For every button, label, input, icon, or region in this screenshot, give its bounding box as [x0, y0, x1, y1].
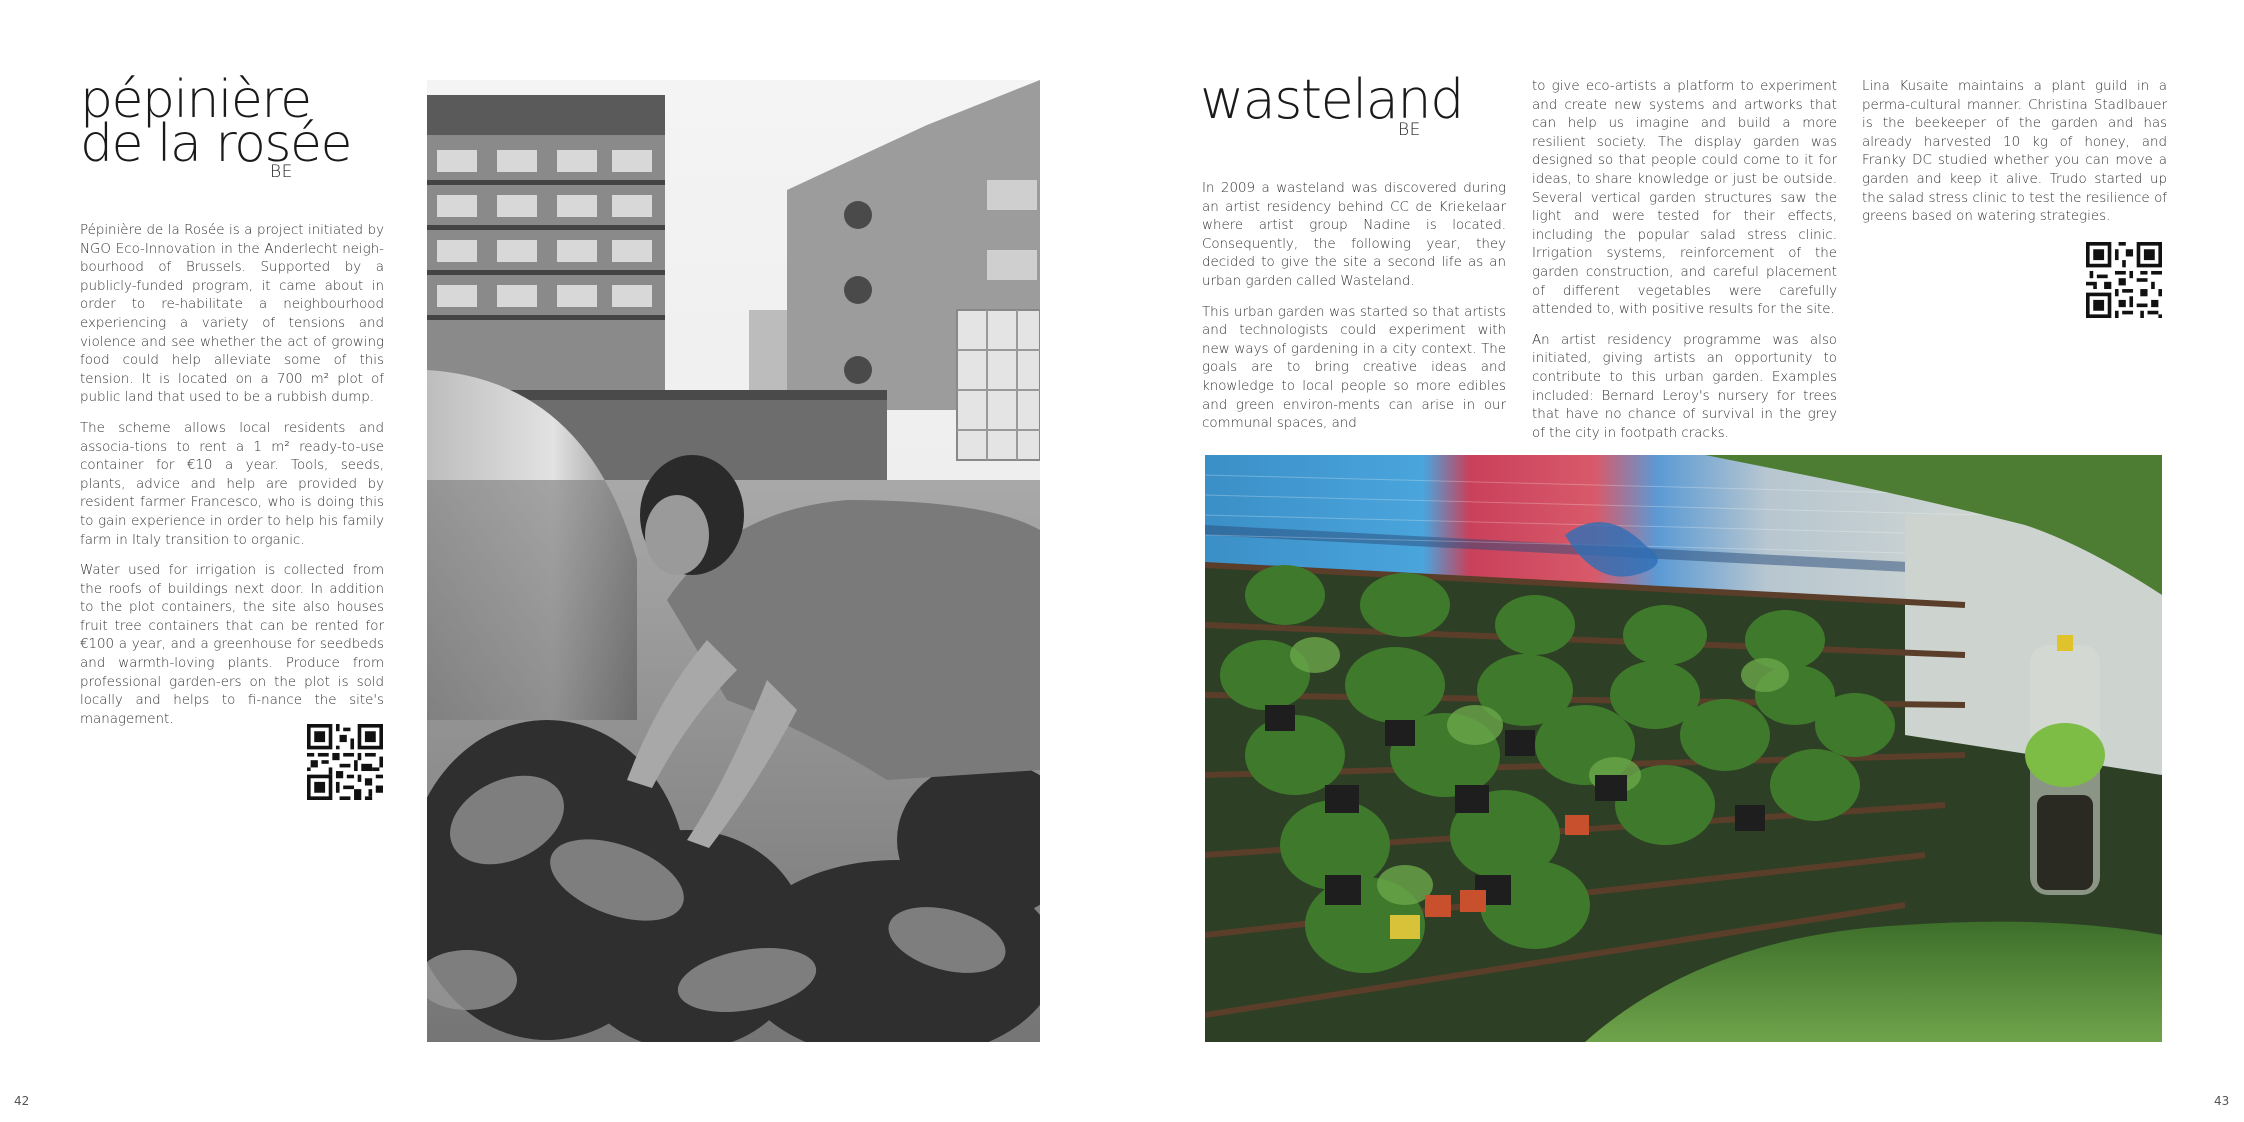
paragraph: Pépinière de la Rosée is a project initi… — [80, 223, 384, 406]
article-title-pepiniere: pépinière de la rosée — [80, 74, 353, 174]
article-body-pepiniere: Pépinière de la Rosée is a project initi… — [80, 222, 384, 741]
paragraph: Lina Kusaite maintains a plant guild in … — [1862, 79, 2167, 225]
page-number-left: 42 — [14, 1094, 30, 1108]
paragraph: Water used for irrigation is collected f… — [80, 563, 384, 727]
title-line-2: de la rosée — [80, 114, 353, 174]
paragraph: The scheme allows local residents and as… — [80, 420, 384, 548]
article-title-wasteland: wasteland — [1200, 68, 1464, 131]
article-body-column-2: to give eco-artists a platform to experi… — [1532, 78, 1837, 455]
photo-wasteland-garden — [1205, 455, 2162, 1042]
paragraph: to give eco-artists a platform to experi… — [1532, 79, 1837, 318]
article-body-column-1: In 2009 a wasteland was discovered durin… — [1202, 180, 1506, 446]
article-body-column-3: Lina Kusaite maintains a plant guild in … — [1862, 78, 2167, 239]
qr-code-left — [307, 724, 383, 800]
paragraph: In 2009 a wasteland was discovered durin… — [1202, 181, 1506, 289]
page-number-right: 43 — [2214, 1094, 2230, 1108]
qr-code-right — [2086, 242, 2162, 318]
paragraph: An artist residency programme was also i… — [1532, 332, 1837, 441]
paragraph: This urban garden was started so that ar… — [1202, 304, 1506, 432]
photo-gardener-bw — [427, 80, 1040, 1042]
country-code-right: BE — [1398, 120, 1421, 140]
country-code-left: BE — [270, 162, 293, 182]
